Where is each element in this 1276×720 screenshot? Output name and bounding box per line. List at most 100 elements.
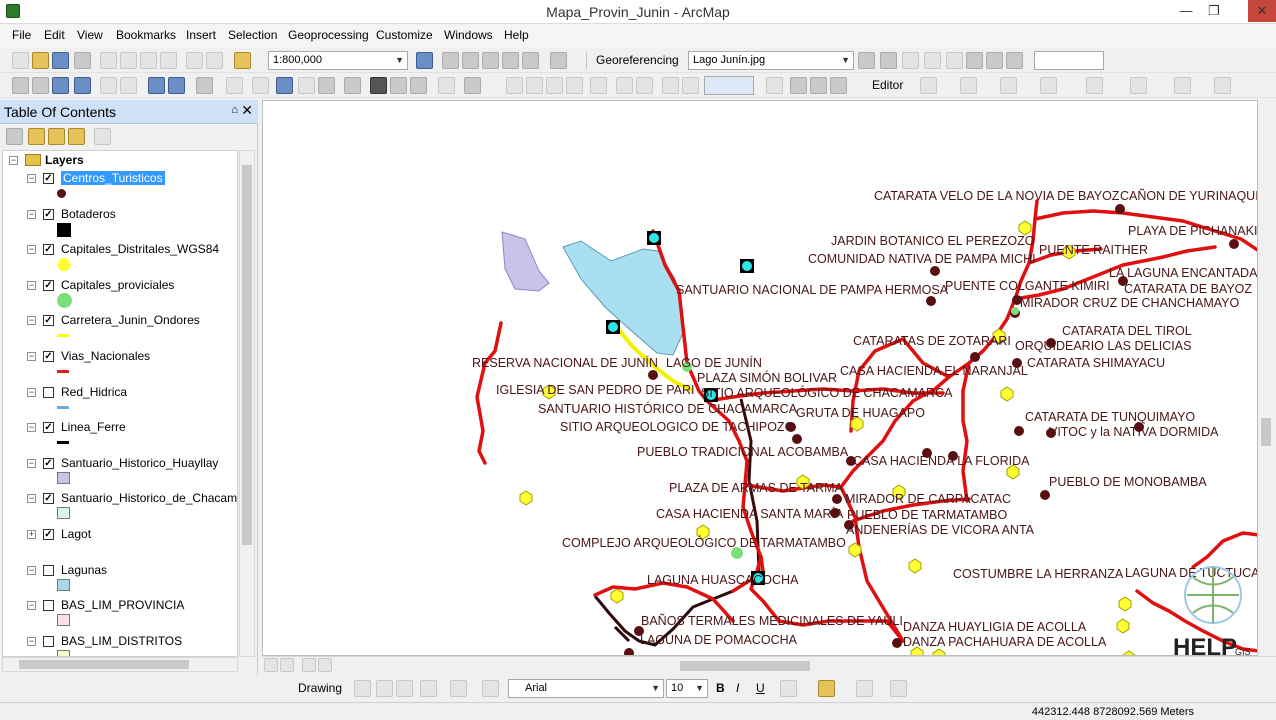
undo-icon[interactable] bbox=[186, 52, 203, 69]
layer-name[interactable]: Lagunas bbox=[61, 563, 107, 577]
layer-visibility-checkbox[interactable] bbox=[43, 386, 54, 398]
layer-name[interactable]: Botaderos bbox=[61, 207, 116, 221]
menu-geoprocessing[interactable]: Geoprocessing bbox=[288, 28, 369, 42]
layout-fixed-in-icon[interactable] bbox=[616, 77, 633, 94]
shift-icon[interactable] bbox=[924, 52, 941, 69]
auto-adjust-icon[interactable] bbox=[880, 52, 897, 69]
collapse-icon[interactable]: − bbox=[27, 316, 36, 326]
redo-icon[interactable] bbox=[206, 52, 223, 69]
layer-name[interactable]: Red_Hidrica bbox=[61, 385, 127, 399]
layer-name[interactable]: BAS_LIM_DISTRITOS bbox=[61, 634, 182, 648]
data-driven-pages-icon[interactable] bbox=[830, 77, 847, 94]
collapse-icon[interactable]: − bbox=[27, 494, 36, 504]
new-document-icon[interactable] bbox=[12, 52, 29, 69]
edit-tool-icon[interactable] bbox=[920, 77, 937, 94]
toc-layer-row[interactable]: − ✓ Santuario_Historico_Huayllay bbox=[3, 454, 233, 488]
change-layout-icon[interactable] bbox=[810, 77, 827, 94]
toggle-draft-mode-icon[interactable] bbox=[766, 77, 783, 94]
save-icon[interactable] bbox=[52, 52, 69, 69]
collapse-icon[interactable]: − bbox=[27, 352, 36, 361]
delete-icon[interactable] bbox=[160, 52, 177, 69]
layer-name[interactable]: BAS_LIM_PROVINCIA bbox=[61, 598, 184, 612]
menu-customize[interactable]: Customize bbox=[376, 28, 433, 42]
forward-arrow-icon[interactable] bbox=[168, 77, 185, 94]
georeferencing-menu[interactable]: Georeferencing bbox=[596, 53, 679, 67]
refresh-icon[interactable] bbox=[1006, 52, 1023, 69]
trace-icon[interactable] bbox=[1000, 77, 1017, 94]
full-extent-globe-icon[interactable] bbox=[74, 77, 91, 94]
view-link-table-icon[interactable] bbox=[966, 52, 983, 69]
minimize-button[interactable]: — bbox=[1172, 0, 1200, 22]
layer-symbol-icon[interactable] bbox=[57, 649, 70, 656]
clear-selection-icon[interactable] bbox=[226, 77, 243, 94]
open-icon[interactable] bbox=[32, 52, 49, 69]
layer-visibility-checkbox[interactable]: ✓ bbox=[43, 351, 54, 362]
rotate-icon[interactable] bbox=[902, 52, 919, 69]
layer-name[interactable]: Santuario_Historico_de_Chacamarca bbox=[61, 491, 237, 505]
toc-layer-row[interactable]: − Red_Hidrica bbox=[3, 383, 233, 417]
maximize-button[interactable]: ❐ bbox=[1200, 0, 1228, 22]
toc-horizontal-scrollbar[interactable] bbox=[2, 657, 238, 672]
toc-layer-row[interactable]: + ✓ Lagot bbox=[3, 525, 233, 559]
refresh-view-icon[interactable] bbox=[302, 658, 316, 672]
html-popup-icon[interactable] bbox=[318, 77, 335, 94]
georef-layer-combo[interactable]: Lago Junín.jpg ▼ bbox=[688, 51, 854, 70]
toc-vertical-scrollbar[interactable] bbox=[239, 150, 255, 657]
layer-visibility-checkbox[interactable]: ✓ bbox=[43, 457, 54, 469]
zoom-to-elements-icon[interactable] bbox=[396, 680, 413, 697]
rectangle-icon[interactable] bbox=[420, 680, 437, 697]
underline-button[interactable]: U bbox=[756, 681, 765, 695]
layer-name[interactable]: Linea_Ferre bbox=[61, 420, 126, 434]
zoom-100-icon[interactable] bbox=[590, 77, 607, 94]
fixed-zoom-out-icon[interactable] bbox=[120, 77, 137, 94]
toc-layer-row[interactable]: − ✓ Linea_Ferre bbox=[3, 418, 233, 452]
close-window-button[interactable]: ✕ bbox=[1248, 0, 1276, 22]
layout-zoom-percent[interactable] bbox=[704, 76, 754, 95]
zoom-whole-page-icon[interactable] bbox=[566, 77, 583, 94]
layout-back-icon[interactable] bbox=[662, 77, 679, 94]
create-viewer-icon[interactable] bbox=[464, 77, 481, 94]
text-tool-icon[interactable] bbox=[450, 680, 467, 697]
layer-visibility-checkbox[interactable]: ✓ bbox=[43, 279, 54, 291]
list-by-selection-icon[interactable] bbox=[68, 128, 85, 145]
layer-visibility-checkbox[interactable] bbox=[43, 635, 54, 647]
list-by-visibility-icon[interactable] bbox=[48, 128, 65, 145]
layer-symbol-icon[interactable] bbox=[57, 334, 69, 338]
scroll-thumb[interactable] bbox=[19, 660, 189, 669]
layer-name[interactable]: Lagot bbox=[61, 527, 91, 541]
collapse-icon[interactable]: − bbox=[27, 601, 36, 611]
model-builder-icon[interactable] bbox=[550, 52, 567, 69]
map-display[interactable]: CATARATA VELO DE LA NOVIA DE BAYOZ CAÑON … bbox=[262, 100, 1258, 656]
select-elements-arrow-icon[interactable] bbox=[252, 77, 269, 94]
layer-symbol-icon[interactable] bbox=[57, 405, 69, 409]
menu-selection[interactable]: Selection bbox=[228, 28, 277, 42]
layout-zoom-out-icon[interactable] bbox=[526, 77, 543, 94]
layer-symbol-icon[interactable] bbox=[57, 471, 70, 484]
scroll-thumb[interactable] bbox=[242, 165, 252, 545]
layer-visibility-checkbox[interactable]: ✓ bbox=[43, 422, 54, 434]
viewer-icon[interactable] bbox=[986, 52, 1003, 69]
expand-icon[interactable]: + bbox=[27, 530, 36, 539]
italic-button[interactable]: I bbox=[736, 681, 739, 695]
collapse-icon[interactable]: − bbox=[27, 565, 36, 575]
sketch-properties-icon[interactable] bbox=[1174, 77, 1191, 94]
editor-menu[interactable]: Editor bbox=[872, 78, 903, 92]
font-size-combo[interactable]: 10 ▼ bbox=[666, 679, 708, 698]
close-toc-button[interactable]: ✕ bbox=[241, 102, 253, 119]
layer-visibility-checkbox[interactable]: ✓ bbox=[43, 244, 54, 256]
list-by-source-icon[interactable] bbox=[28, 128, 45, 145]
menu-insert[interactable]: Insert bbox=[186, 28, 216, 42]
menu-help[interactable]: Help bbox=[504, 28, 529, 42]
menu-bookmarks[interactable]: Bookmarks bbox=[116, 28, 176, 42]
collapse-icon[interactable]: − bbox=[27, 280, 36, 290]
map-scale-combo[interactable]: 1:800,000 ▼ bbox=[268, 51, 408, 70]
pan-hand-icon[interactable] bbox=[52, 77, 69, 94]
select-features-icon[interactable] bbox=[196, 77, 213, 94]
transparency-field[interactable] bbox=[1034, 51, 1104, 70]
python-window-icon[interactable] bbox=[522, 52, 539, 69]
paste-icon[interactable] bbox=[140, 52, 157, 69]
map-canvas[interactable]: CATARATA VELO DE LA NOVIA DE BAYOZ CAÑON … bbox=[263, 101, 1258, 656]
layout-zoom-in-icon[interactable] bbox=[506, 77, 523, 94]
select-elements-icon[interactable] bbox=[354, 680, 371, 697]
menu-edit[interactable]: Edit bbox=[44, 28, 65, 42]
